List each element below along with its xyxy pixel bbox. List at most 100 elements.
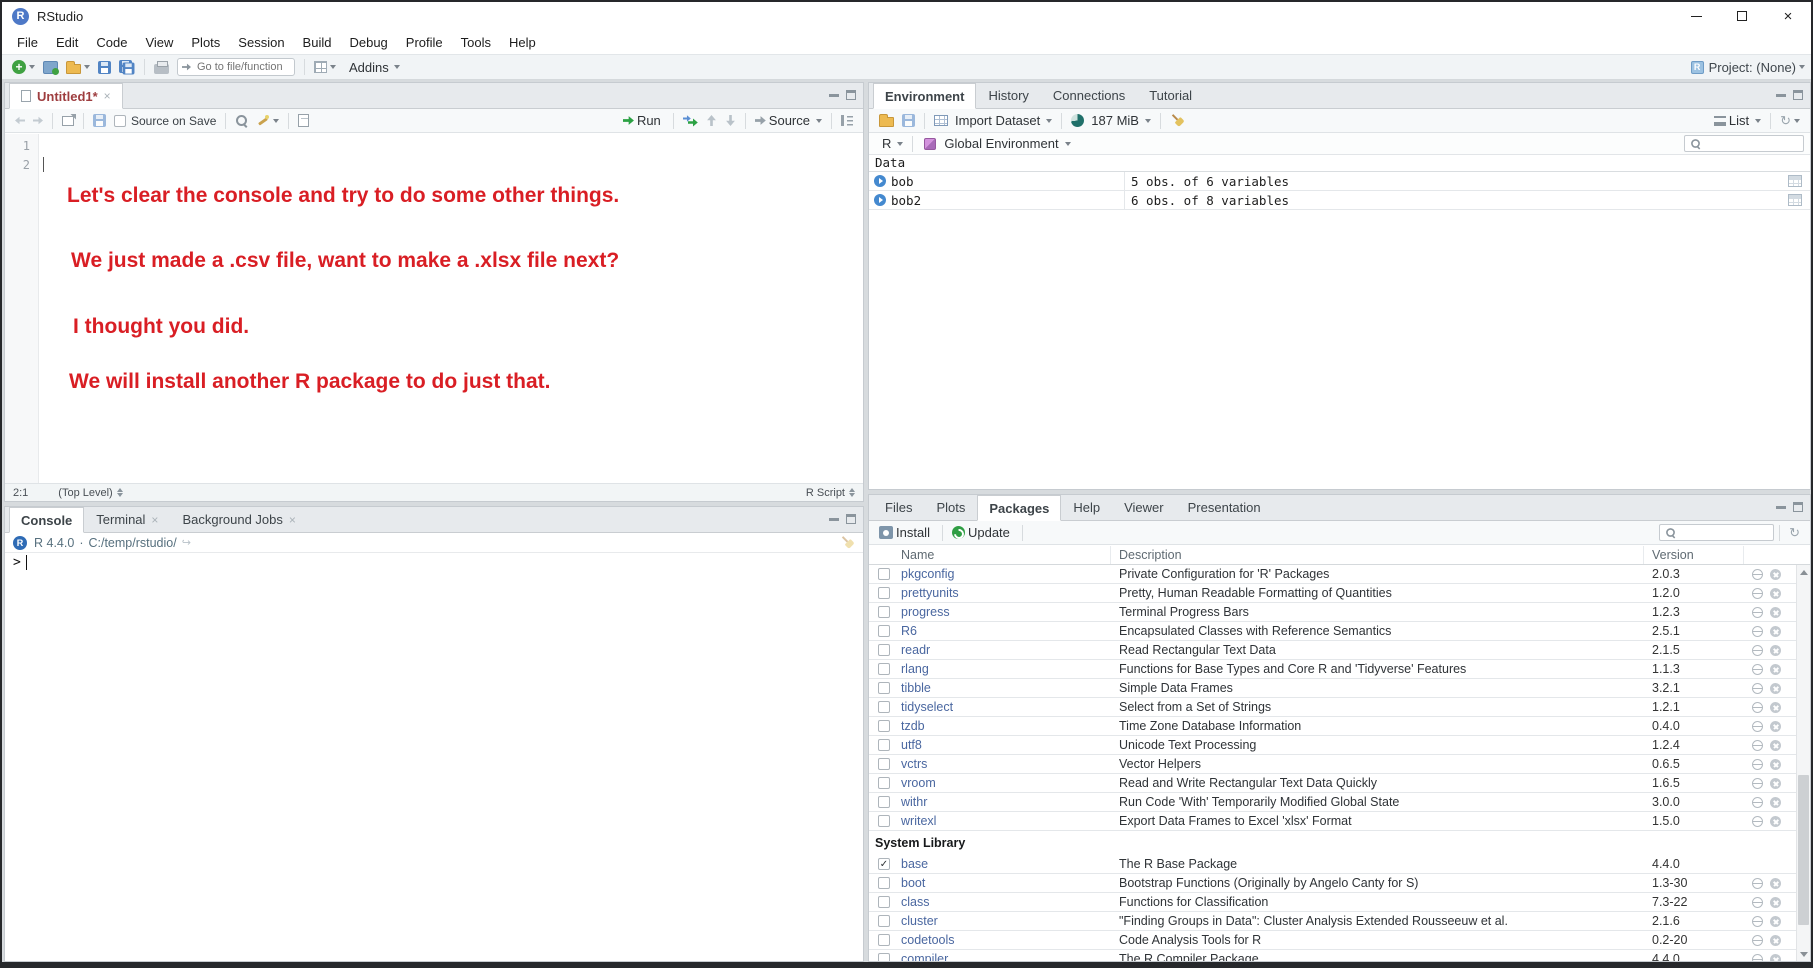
remove-package-icon[interactable] bbox=[1770, 954, 1781, 962]
browse-package-icon[interactable] bbox=[1752, 935, 1763, 946]
print-button[interactable] bbox=[151, 59, 172, 76]
remove-package-icon[interactable] bbox=[1770, 897, 1781, 908]
goto-directory-icon[interactable]: ↪ bbox=[182, 536, 191, 549]
addins-grid-button[interactable] bbox=[311, 59, 339, 75]
r-version-label[interactable]: R 4.4.0 bbox=[34, 536, 74, 550]
remove-package-icon[interactable] bbox=[1770, 569, 1781, 580]
goto-file-input[interactable] bbox=[195, 60, 290, 74]
browse-package-icon[interactable] bbox=[1752, 607, 1763, 618]
forward-button[interactable] bbox=[30, 114, 46, 128]
package-loaded-checkbox[interactable] bbox=[878, 663, 890, 675]
package-loaded-checkbox[interactable] bbox=[878, 915, 890, 927]
memory-usage-button[interactable]: 187 MiB bbox=[1068, 111, 1154, 130]
close-tab-icon[interactable]: × bbox=[289, 513, 296, 527]
package-name-link[interactable]: vroom bbox=[901, 776, 936, 790]
remove-package-icon[interactable] bbox=[1770, 740, 1781, 751]
remove-package-icon[interactable] bbox=[1770, 588, 1781, 599]
menu-item[interactable]: Session bbox=[229, 32, 293, 53]
environment-search-input[interactable] bbox=[1702, 137, 1799, 151]
browse-package-icon[interactable] bbox=[1752, 569, 1763, 580]
package-name-link[interactable]: R6 bbox=[901, 624, 917, 638]
browse-package-icon[interactable] bbox=[1752, 816, 1763, 827]
remove-package-icon[interactable] bbox=[1770, 721, 1781, 732]
go-previous-section-button[interactable] bbox=[703, 113, 720, 128]
tab-packages[interactable]: Packages bbox=[977, 495, 1061, 521]
package-name-link[interactable]: tidyselect bbox=[901, 700, 953, 714]
package-loaded-checkbox[interactable] bbox=[878, 858, 890, 870]
tab-files[interactable]: Files bbox=[873, 495, 924, 520]
package-name-link[interactable]: prettyunits bbox=[901, 586, 959, 600]
browse-package-icon[interactable] bbox=[1752, 645, 1763, 656]
load-workspace-button[interactable] bbox=[876, 112, 897, 129]
menu-item[interactable]: Debug bbox=[340, 32, 396, 53]
remove-package-icon[interactable] bbox=[1770, 702, 1781, 713]
menu-item[interactable]: Edit bbox=[47, 32, 87, 53]
tab-presentation[interactable]: Presentation bbox=[1176, 495, 1273, 520]
menu-item[interactable]: Help bbox=[500, 32, 545, 53]
tab-plots[interactable]: Plots bbox=[924, 495, 977, 520]
save-all-button[interactable] bbox=[116, 58, 138, 76]
package-name-link[interactable]: base bbox=[901, 857, 928, 871]
new-project-button[interactable] bbox=[40, 59, 61, 76]
clear-environment-button[interactable] bbox=[1167, 111, 1188, 130]
package-loaded-checkbox[interactable] bbox=[878, 682, 890, 694]
package-loaded-checkbox[interactable] bbox=[878, 720, 890, 732]
browse-package-icon[interactable] bbox=[1752, 721, 1763, 732]
list-view-button[interactable]: List bbox=[1711, 111, 1764, 130]
scrollbar-thumb[interactable] bbox=[1798, 775, 1809, 925]
find-replace-button[interactable] bbox=[232, 112, 251, 129]
tab-viewer[interactable]: Viewer bbox=[1112, 495, 1176, 520]
browse-package-icon[interactable] bbox=[1752, 740, 1763, 751]
remove-package-icon[interactable] bbox=[1770, 797, 1781, 808]
package-name-link[interactable]: withr bbox=[901, 795, 927, 809]
close-window-button[interactable]: × bbox=[1765, 2, 1811, 30]
browse-package-icon[interactable] bbox=[1752, 954, 1763, 962]
tab-console[interactable]: Console bbox=[9, 507, 84, 533]
maximize-pane-icon[interactable] bbox=[1793, 90, 1803, 100]
tab-terminal[interactable]: Terminal× bbox=[84, 507, 170, 532]
package-loaded-checkbox[interactable] bbox=[878, 739, 890, 751]
package-name-link[interactable]: tibble bbox=[901, 681, 931, 695]
package-loaded-checkbox[interactable] bbox=[878, 896, 890, 908]
packages-search-input[interactable] bbox=[1677, 526, 1769, 540]
tab-help[interactable]: Help bbox=[1061, 495, 1112, 520]
tab-environment[interactable]: Environment bbox=[873, 83, 976, 109]
source-on-save-checkbox[interactable]: Source on Save bbox=[111, 112, 219, 130]
editor-content[interactable]: 1 2 Let's clear the console and try to d… bbox=[5, 134, 863, 483]
browse-package-icon[interactable] bbox=[1752, 759, 1763, 770]
remove-package-icon[interactable] bbox=[1770, 878, 1781, 889]
tab-history[interactable]: History bbox=[976, 83, 1040, 108]
package-loaded-checkbox[interactable] bbox=[878, 606, 890, 618]
package-loaded-checkbox[interactable] bbox=[878, 587, 890, 599]
remove-package-icon[interactable] bbox=[1770, 759, 1781, 770]
addins-button[interactable]: Addins bbox=[341, 58, 403, 77]
tab-untitled1[interactable]: Untitled1* × bbox=[9, 83, 123, 109]
browse-package-icon[interactable] bbox=[1752, 702, 1763, 713]
rerun-button[interactable] bbox=[680, 113, 701, 129]
package-name-link[interactable]: utf8 bbox=[901, 738, 922, 752]
minimize-pane-icon[interactable] bbox=[1776, 505, 1786, 509]
scroll-up-icon[interactable] bbox=[1797, 565, 1810, 579]
package-name-link[interactable]: pkgconfig bbox=[901, 567, 955, 581]
remove-package-icon[interactable] bbox=[1770, 683, 1781, 694]
package-name-link[interactable]: cluster bbox=[901, 914, 938, 928]
view-table-icon[interactable] bbox=[1788, 175, 1802, 187]
install-button[interactable]: Install bbox=[876, 523, 936, 542]
import-dataset-button[interactable]: Import Dataset bbox=[931, 111, 1055, 130]
package-loaded-checkbox[interactable] bbox=[878, 796, 890, 808]
maximize-pane-icon[interactable] bbox=[846, 514, 856, 524]
language-selector[interactable]: R bbox=[876, 134, 906, 153]
back-button[interactable] bbox=[12, 114, 28, 128]
expand-object-icon[interactable] bbox=[874, 175, 886, 187]
go-next-section-button[interactable] bbox=[722, 113, 739, 128]
refresh-packages-button[interactable]: ↻ bbox=[1786, 524, 1803, 541]
minimize-pane-icon[interactable] bbox=[829, 93, 839, 97]
project-selector[interactable]: R Project: (None) bbox=[1691, 60, 1805, 75]
tab-tutorial[interactable]: Tutorial bbox=[1137, 83, 1204, 108]
browse-package-icon[interactable] bbox=[1752, 683, 1763, 694]
maximize-pane-icon[interactable] bbox=[846, 90, 856, 100]
tab-connections[interactable]: Connections bbox=[1041, 83, 1137, 108]
save-file-button[interactable] bbox=[90, 112, 109, 129]
working-directory[interactable]: C:/temp/rstudio/ bbox=[88, 536, 176, 550]
browse-package-icon[interactable] bbox=[1752, 897, 1763, 908]
